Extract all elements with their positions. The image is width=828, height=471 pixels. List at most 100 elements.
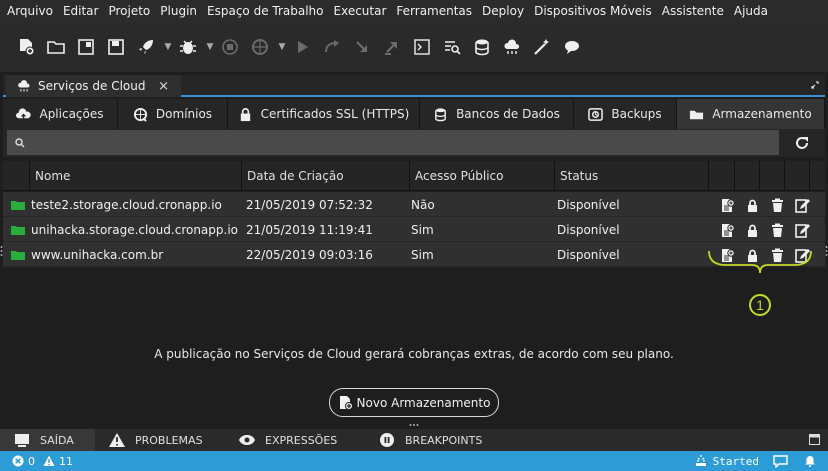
save-icon[interactable]	[102, 33, 130, 61]
storage-name: www.unihacka.com.br	[31, 247, 164, 262]
search-row	[3, 129, 825, 157]
tab-problemas[interactable]: PROBLEMAS	[95, 429, 225, 451]
storage-name: teste2.storage.cloud.cronapp.io	[31, 197, 222, 212]
row-actions	[715, 221, 815, 239]
menu-dispositivos-moveis[interactable]: Dispositivos Móveis	[529, 4, 657, 18]
edit-icon[interactable]	[790, 196, 815, 214]
menu-espaco-de-trabalho[interactable]: Espaço de Trabalho	[202, 4, 328, 18]
menu-arquivo[interactable]: Arquivo	[2, 4, 58, 18]
menu-assistente[interactable]: Assistente	[657, 4, 729, 18]
column-nome[interactable]: Nome	[29, 161, 243, 191]
new-file-icon[interactable]	[12, 33, 40, 61]
table-row[interactable]: unihacka.storage.cloud.cronapp.io 21/05/…	[3, 217, 825, 242]
trash-icon[interactable]	[765, 196, 790, 214]
project-icon[interactable]	[72, 33, 100, 61]
billing-notice: A publicação no Serviços de Cloud gerará…	[154, 347, 674, 361]
tab-armazenamento[interactable]: Armazenamento	[677, 99, 825, 129]
public-access: Não	[411, 197, 435, 212]
storage-name: unihacka.storage.cloud.cronapp.io	[31, 222, 239, 237]
menu-ferramentas[interactable]: Ferramentas	[391, 4, 477, 18]
new-storage-button[interactable]: Novo Armazenamento	[329, 388, 499, 417]
column-data-criacao[interactable]: Data de Criação	[241, 161, 409, 191]
magic-wand-icon[interactable]	[528, 33, 556, 61]
file-upload-icon[interactable]	[715, 221, 740, 239]
menu-executar[interactable]: Executar	[329, 4, 392, 18]
close-icon[interactable]: ×	[158, 79, 169, 94]
database-icon[interactable]	[468, 33, 496, 61]
tab-cloud-services[interactable]: Serviços de Cloud ×	[6, 75, 181, 97]
bell-icon[interactable]	[804, 455, 816, 467]
menu-plugin[interactable]: Plugin	[155, 4, 202, 18]
column-status[interactable]: Status	[554, 161, 708, 191]
step-out-icon[interactable]	[378, 33, 406, 61]
tab-breakpoints[interactable]: BREAKPOINTS	[365, 429, 505, 451]
cloud-icon	[18, 80, 30, 92]
tab-bancos-de-dados[interactable]: Bancos de Dados	[420, 99, 574, 129]
lock-icon[interactable]	[740, 196, 765, 214]
resize-handle[interactable]	[409, 423, 419, 427]
folder-icon[interactable]	[42, 33, 70, 61]
cloud-icon[interactable]	[498, 33, 526, 61]
tab-saida[interactable]: SAÍDA	[0, 429, 95, 451]
step-over-icon[interactable]	[318, 33, 346, 61]
column-action	[734, 161, 759, 191]
menu-projeto[interactable]: Projeto	[103, 4, 155, 18]
problem-counters[interactable]: 0 11	[0, 455, 73, 468]
tab-label: Armazenamento	[712, 107, 812, 121]
chat-icon[interactable]	[558, 33, 586, 61]
menu-editar[interactable]: Editar	[58, 4, 104, 18]
bottom-panel-tabs: SAÍDA PROBLEMAS EXPRESSÕES BREAKPOINTS	[0, 429, 828, 451]
tab-dominios[interactable]: Domínios	[118, 99, 228, 129]
storage-grid: Nome Data de Criação Acesso Público Stat…	[3, 161, 825, 427]
menu-ajuda[interactable]: Ajuda	[729, 4, 773, 18]
refresh-icon[interactable]	[793, 134, 811, 152]
status-bar: 0 11 Started	[0, 451, 828, 471]
tab-aplicacoes[interactable]: Aplicações	[3, 99, 118, 129]
pause-icon	[380, 433, 394, 447]
column-acesso-publico[interactable]: Acesso Público	[409, 161, 554, 191]
terminal-icon[interactable]	[408, 33, 436, 61]
step-into-icon[interactable]	[348, 33, 376, 61]
tab-label: PROBLEMAS	[135, 433, 203, 447]
name-cell: www.unihacka.com.br	[11, 242, 163, 267]
table-row[interactable]: teste2.storage.cloud.cronapp.io 21/05/20…	[3, 192, 825, 217]
tab-label: SAÍDA	[40, 433, 74, 447]
globe-icon[interactable]	[246, 33, 274, 61]
folder-icon	[11, 225, 25, 235]
menu-deploy[interactable]: Deploy	[477, 4, 529, 18]
stop-icon[interactable]	[216, 33, 244, 61]
tab-expressoes[interactable]: EXPRESSÕES	[225, 429, 365, 451]
tab-backups[interactable]: Backups	[574, 99, 677, 129]
column-action	[759, 161, 784, 191]
tab-label: Aplicações	[39, 107, 104, 121]
chevron-down-icon[interactable]: ▼	[276, 42, 288, 52]
server-state: Started	[712, 454, 759, 468]
row-actions	[715, 196, 815, 214]
new-file-icon	[339, 396, 353, 410]
chat-icon[interactable]	[773, 454, 788, 468]
globe-icon	[133, 107, 147, 122]
chevron-down-icon[interactable]: ▼	[162, 42, 174, 52]
left-resize-handle[interactable]	[0, 245, 3, 257]
creation-date: 21/05/2019 07:52:32	[246, 197, 373, 212]
search-list-icon[interactable]	[438, 33, 466, 61]
file-upload-icon[interactable]	[715, 196, 740, 214]
rocket-icon[interactable]	[132, 33, 160, 61]
column-action	[784, 161, 809, 191]
chevron-down-icon[interactable]: ▼	[204, 42, 216, 52]
maximize-icon[interactable]	[811, 81, 819, 89]
tab-certificados-ssl[interactable]: Certificados SSL (HTTPS)	[228, 99, 420, 129]
trash-icon[interactable]	[765, 221, 790, 239]
tab-title: Serviços de Cloud	[38, 79, 146, 93]
monitor-icon	[15, 434, 29, 447]
bug-icon[interactable]	[174, 33, 202, 61]
search-input[interactable]	[7, 130, 779, 155]
tab-label: Certificados SSL (HTTPS)	[260, 107, 410, 121]
edit-icon[interactable]	[790, 221, 815, 239]
table-row[interactable]: www.unihacka.com.br 22/05/2019 09:03:16 …	[3, 242, 825, 267]
lock-icon[interactable]	[740, 221, 765, 239]
play-icon[interactable]	[288, 33, 316, 61]
warning-icon	[109, 433, 125, 447]
tab-label: Bancos de Dados	[456, 107, 560, 121]
maximize-panel-icon[interactable]	[809, 434, 820, 445]
